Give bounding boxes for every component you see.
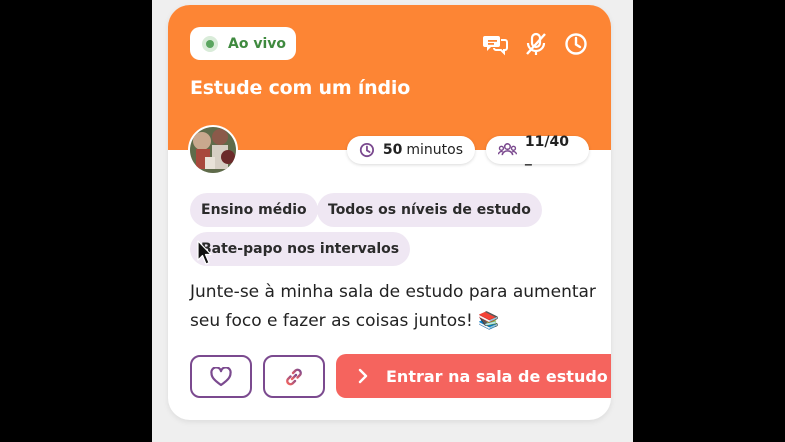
tag-bate-papo[interactable]: Bate-papo nos intervalos (190, 232, 411, 266)
link-icon (286, 368, 302, 385)
chat-bubbles-icon[interactable] (483, 31, 509, 57)
duration-unit: minutos (406, 142, 463, 158)
mic-off-icon[interactable] (523, 31, 549, 57)
room-title: Estude com um índio (190, 77, 411, 99)
header-icons (483, 31, 589, 57)
tag-todos-os-niveis[interactable]: Todos os níveis de estudo (317, 193, 542, 227)
card-header: Ao vivo Estude com um índio (168, 5, 611, 150)
duration-pill: 50 minutos (347, 136, 475, 164)
live-status-badge: Ao vivo (190, 27, 296, 60)
description-line-1: Junte-se à minha sala de estudo para aum… (190, 282, 596, 302)
enter-room-label: Entrar na sala de estudo (386, 366, 608, 386)
study-room-card[interactable]: Ao vivo Estude com um índio 50 minutos 1… (168, 5, 611, 420)
users-icon (498, 143, 517, 156)
room-description: Junte-se à minha sala de estudo para aum… (190, 278, 600, 336)
participants-pill: 11/40 _ (486, 134, 589, 166)
clock-icon (359, 142, 375, 158)
heart-icon (210, 366, 232, 386)
host-avatar[interactable] (188, 125, 238, 175)
copy-link-button[interactable] (263, 355, 325, 398)
avatar-image (190, 127, 236, 173)
enter-room-button[interactable]: Entrar na sala de estudo (336, 354, 611, 398)
mouse-cursor-icon (197, 240, 212, 265)
favorite-button[interactable] (190, 355, 252, 398)
participants-count: 11/40 _ (524, 134, 569, 166)
description-line-2: seu foco e fazer as coisas juntos! 📚 (190, 311, 500, 331)
tag-ensino-medio[interactable]: Ensino médio (190, 193, 318, 227)
chevron-right-icon (358, 368, 368, 384)
live-dot-icon (202, 35, 218, 52)
clock-icon[interactable] (563, 31, 589, 57)
live-status-label: Ao vivo (228, 35, 286, 52)
duration-value: 50 (382, 142, 403, 158)
